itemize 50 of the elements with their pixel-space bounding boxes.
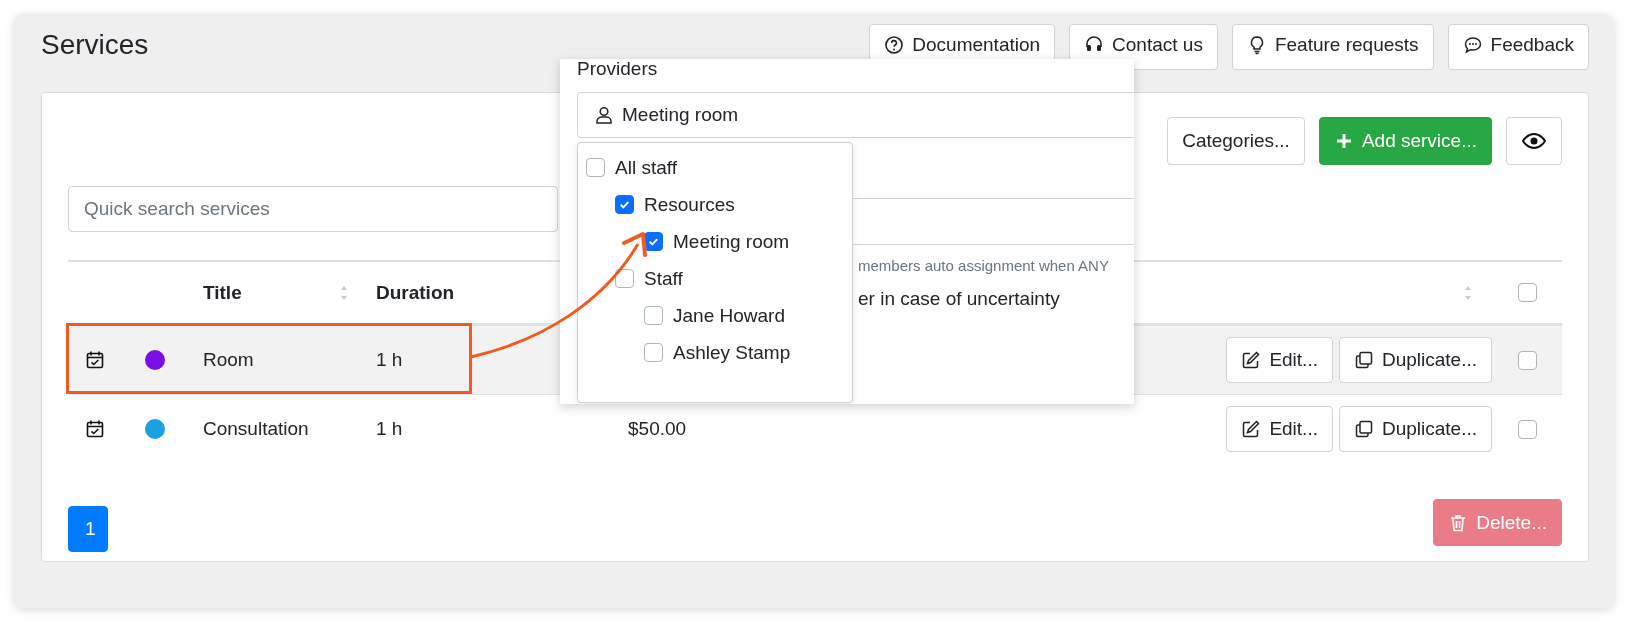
option-label[interactable]: Meeting room (673, 230, 790, 253)
option-checkbox[interactable] (615, 269, 634, 288)
copy-icon (1353, 419, 1374, 439)
header-button[interactable]: Feature requests (1231, 24, 1434, 70)
pencil-icon (1241, 350, 1262, 370)
page-button[interactable]: 1 (68, 506, 108, 552)
duplicate-button[interactable]: Duplicate... (1338, 337, 1492, 383)
option-checkbox[interactable] (644, 343, 663, 362)
calendar-check-icon (85, 350, 105, 370)
edit-button[interactable]: Edit... (1226, 406, 1333, 452)
hint-text: members auto assignment when ANY (857, 257, 1110, 274)
sort-icon[interactable] (1464, 284, 1472, 301)
table-cell: 1 h (376, 349, 403, 371)
edit-button[interactable]: Edit... (1226, 337, 1333, 383)
column-header[interactable]: Title (203, 281, 242, 304)
table-cell: $50.00 (628, 418, 687, 440)
categories-button[interactable]: Categories... (1167, 117, 1305, 165)
pencil-icon (1241, 419, 1262, 439)
table-cell: Room (203, 349, 254, 371)
calendar-check-icon (85, 419, 105, 439)
field-label: Providers (577, 59, 659, 79)
select-all-checkbox[interactable] (1517, 283, 1537, 302)
header-button[interactable]: Contact us (1069, 24, 1218, 70)
visibility-button[interactable] (1506, 117, 1562, 165)
row-checkbox[interactable] (1517, 350, 1537, 370)
option-checkbox[interactable] (644, 306, 663, 325)
help-icon (884, 35, 905, 55)
option-label[interactable]: Ashley Stamp (673, 341, 791, 364)
copy-icon (1353, 350, 1374, 370)
select-value: Meeting room (622, 104, 739, 126)
sort-icon[interactable] (340, 284, 348, 301)
option-label[interactable]: Staff (644, 267, 683, 290)
providers-select[interactable]: Meeting room (577, 92, 1134, 138)
eye-icon (1522, 133, 1546, 149)
header-button[interactable]: Feedback (1447, 24, 1589, 70)
table-cell: Consultation (203, 418, 309, 440)
person-icon (594, 105, 614, 125)
option-checkbox[interactable] (615, 195, 634, 214)
option-label[interactable]: Resources (644, 193, 735, 216)
option-text: er in case of uncertainty (857, 288, 1061, 310)
column-header[interactable]: Duration (376, 281, 455, 304)
search-field[interactable]: Quick search services (68, 186, 558, 232)
option-label[interactable]: All staff (615, 156, 677, 179)
duplicate-button[interactable]: Duplicate... (1338, 406, 1492, 452)
option-label[interactable]: Jane Howard (673, 304, 785, 327)
table-cell: 1 h (376, 418, 403, 440)
option-checkbox[interactable] (586, 158, 605, 177)
chat-icon (1462, 35, 1483, 55)
page-title: Services (41, 29, 150, 62)
row-checkbox[interactable] (1517, 419, 1537, 439)
